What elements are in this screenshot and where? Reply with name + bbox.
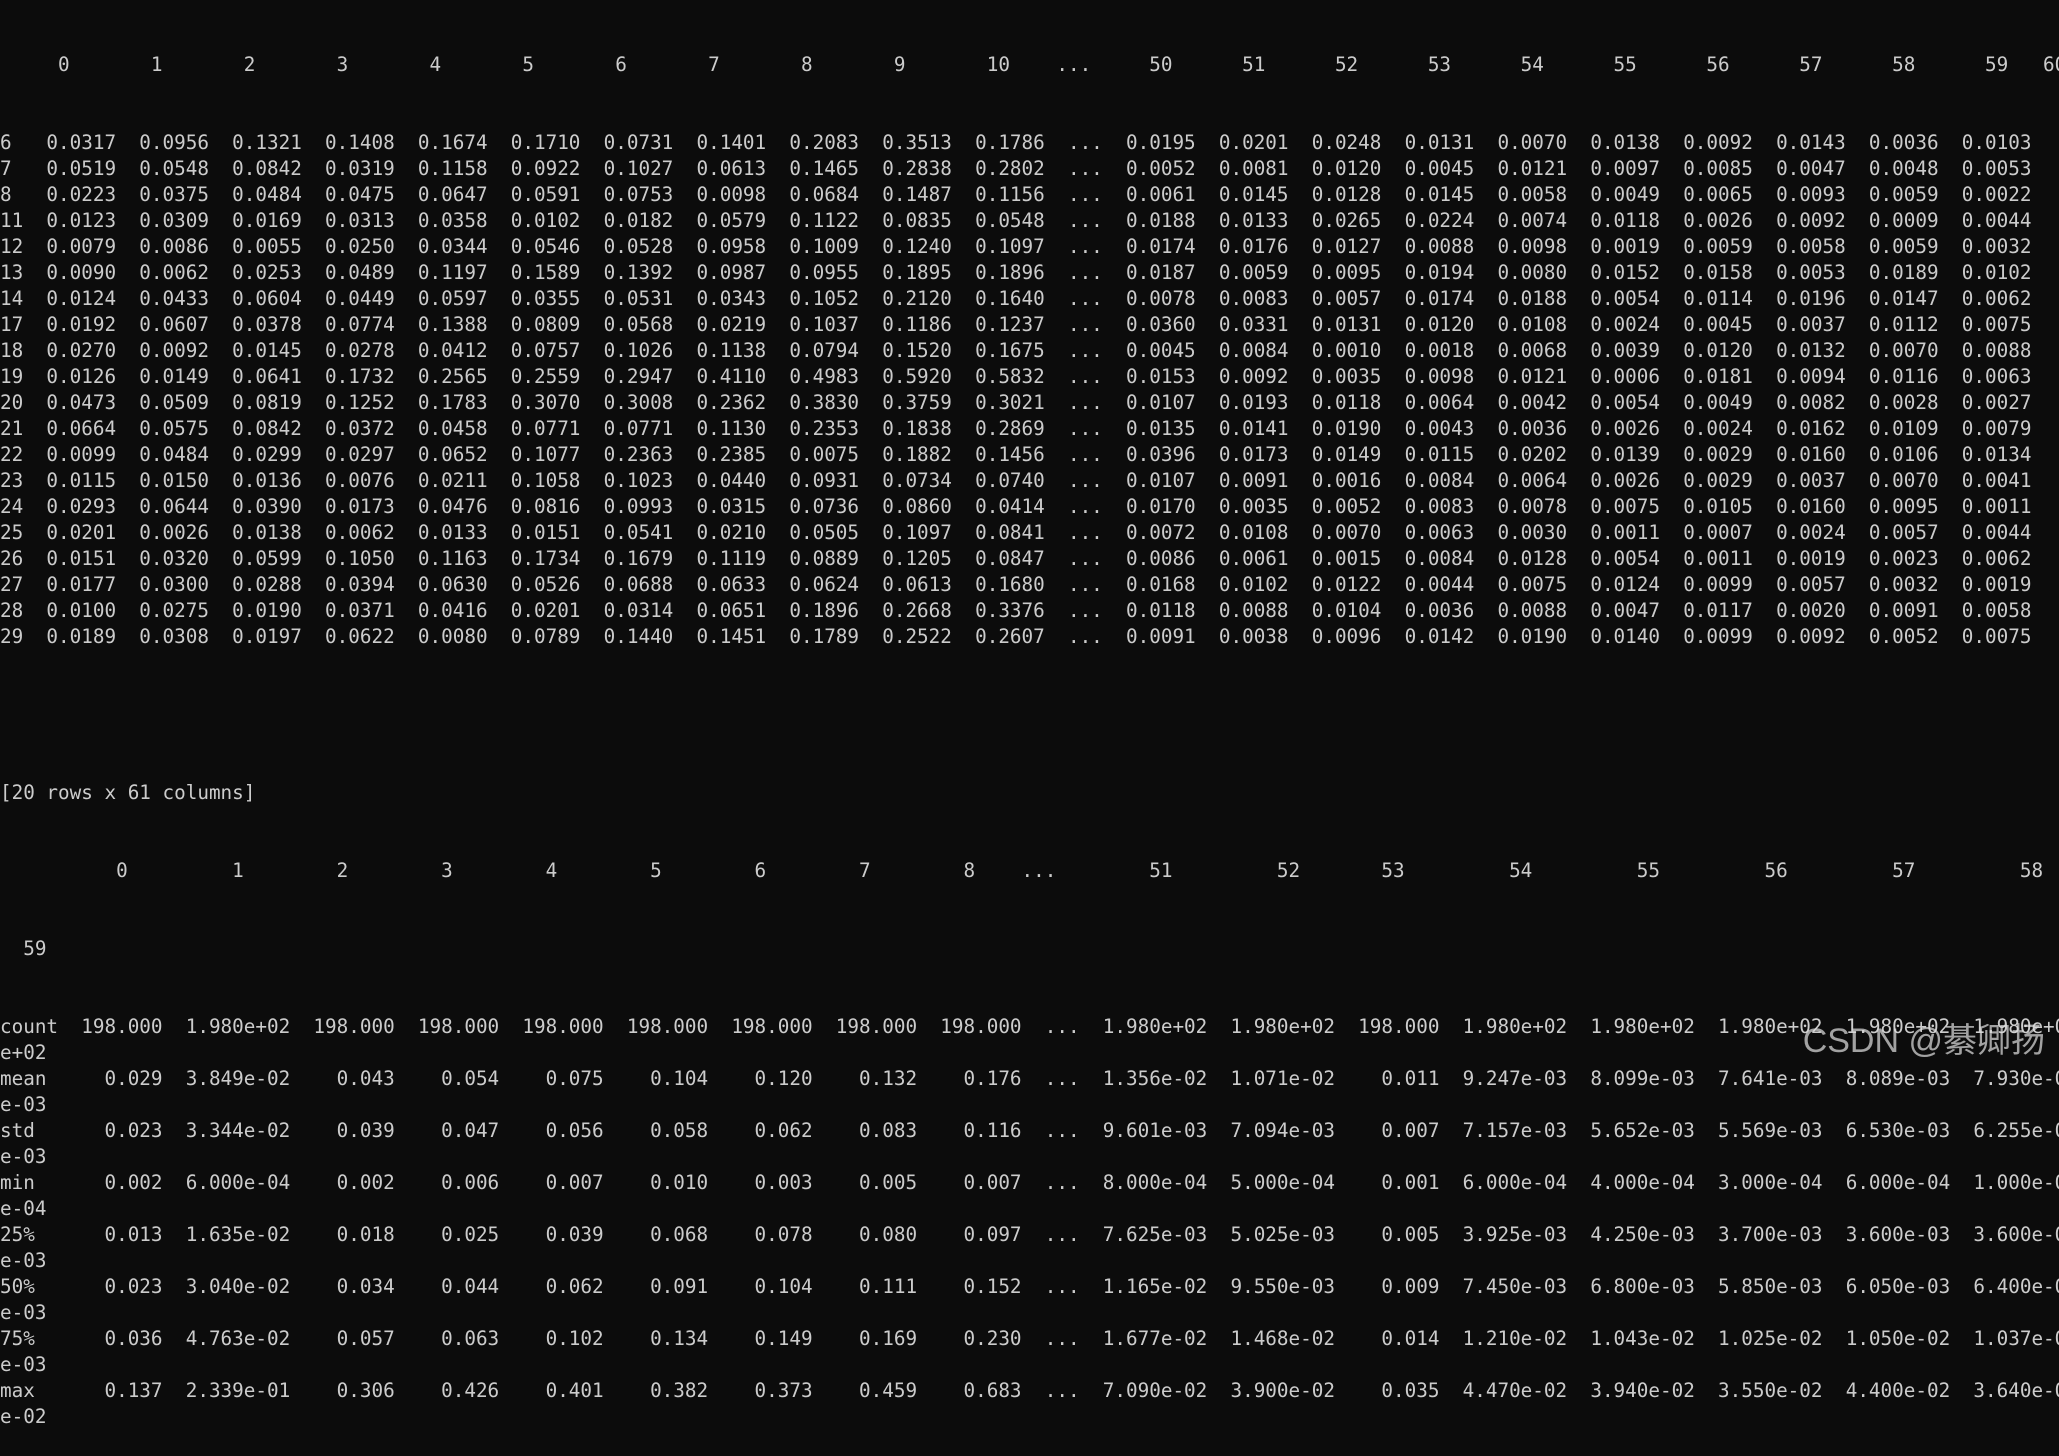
- table1-row: 18 0.0270 0.0092 0.0145 0.0278 0.0412 0.…: [0, 339, 2059, 362]
- describe-row-wrap: e-03: [0, 1093, 47, 1116]
- describe-row: 50% 0.023 3.040e-02 0.034 0.044 0.062 0.…: [0, 1275, 2059, 1298]
- describe-row: max 0.137 2.339e-01 0.306 0.426 0.401 0.…: [0, 1379, 2059, 1402]
- describe-row: std 0.023 3.344e-02 0.039 0.047 0.056 0.…: [0, 1119, 2059, 1142]
- table1-header: 0 1 2 3 4 5 6 7 8 9 10 ... 50 51 52 53 5…: [0, 53, 2059, 76]
- describe-row-wrap: e-03: [0, 1353, 47, 1376]
- table2-rows: count 198.000 1.980e+02 198.000 198.000 …: [0, 1014, 2059, 1430]
- table1-row: 14 0.0124 0.0433 0.0604 0.0449 0.0597 0.…: [0, 287, 2059, 310]
- shape-note: [20 rows x 61 columns]: [0, 781, 256, 804]
- table1-row: 29 0.0189 0.0308 0.0197 0.0622 0.0080 0.…: [0, 625, 2059, 648]
- table1-row: 25 0.0201 0.0026 0.0138 0.0062 0.0133 0.…: [0, 521, 2059, 544]
- table1-row: 11 0.0123 0.0309 0.0169 0.0313 0.0358 0.…: [0, 209, 2059, 232]
- describe-row: count 198.000 1.980e+02 198.000 198.000 …: [0, 1015, 2059, 1038]
- table1-row: 8 0.0223 0.0375 0.0484 0.0475 0.0647 0.0…: [0, 183, 2059, 206]
- table1-row: 6 0.0317 0.0956 0.1321 0.1408 0.1674 0.1…: [0, 131, 2059, 154]
- describe-row-wrap: e-04: [0, 1197, 47, 1220]
- describe-row-wrap: e+02: [0, 1041, 47, 1064]
- table1-row: 17 0.0192 0.0607 0.0378 0.0774 0.1388 0.…: [0, 313, 2059, 336]
- describe-row-wrap: e-02: [0, 1405, 47, 1428]
- table1-row: 28 0.0100 0.0275 0.0190 0.0371 0.0416 0.…: [0, 599, 2059, 622]
- table2-header-wrap: 59: [0, 937, 47, 960]
- describe-row: mean 0.029 3.849e-02 0.043 0.054 0.075 0…: [0, 1067, 2059, 1090]
- describe-row: 25% 0.013 1.635e-02 0.018 0.025 0.039 0.…: [0, 1223, 2059, 1246]
- table1-row: 21 0.0664 0.0575 0.0842 0.0372 0.0458 0.…: [0, 417, 2059, 440]
- describe-row: 75% 0.036 4.763e-02 0.057 0.063 0.102 0.…: [0, 1327, 2059, 1350]
- table2-header: 0 1 2 3 4 5 6 7 8 ... 51 52 53 54 55 56 …: [0, 859, 2044, 882]
- table1-row: 23 0.0115 0.0150 0.0136 0.0076 0.0211 0.…: [0, 469, 2059, 492]
- describe-row-wrap: e-03: [0, 1301, 47, 1324]
- table1-row: 12 0.0079 0.0086 0.0055 0.0250 0.0344 0.…: [0, 235, 2059, 258]
- table1-row: 27 0.0177 0.0300 0.0288 0.0394 0.0630 0.…: [0, 573, 2059, 596]
- table1-row: 20 0.0473 0.0509 0.0819 0.1252 0.1783 0.…: [0, 391, 2059, 414]
- table1-row: 7 0.0519 0.0548 0.0842 0.0319 0.1158 0.0…: [0, 157, 2059, 180]
- watermark: CSDN @綦卿扬: [1802, 1022, 2045, 1060]
- table1-row: 22 0.0099 0.0484 0.0299 0.0297 0.0652 0.…: [0, 443, 2059, 466]
- terminal-output: 0 1 2 3 4 5 6 7 8 9 10 ... 50 51 52 53 5…: [0, 0, 2059, 1456]
- table1-row: 26 0.0151 0.0320 0.0599 0.1050 0.1163 0.…: [0, 547, 2059, 570]
- describe-row: min 0.002 6.000e-04 0.002 0.006 0.007 0.…: [0, 1171, 2059, 1194]
- table1-row: 19 0.0126 0.0149 0.0641 0.1732 0.2565 0.…: [0, 365, 2059, 388]
- describe-row-wrap: e-03: [0, 1145, 47, 1168]
- describe-row-wrap: e-03: [0, 1249, 47, 1272]
- table1-row: 24 0.0293 0.0644 0.0390 0.0173 0.0476 0.…: [0, 495, 2059, 518]
- table1-row: 13 0.0090 0.0062 0.0253 0.0489 0.1197 0.…: [0, 261, 2059, 284]
- table1-rows: 6 0.0317 0.0956 0.1321 0.1408 0.1674 0.1…: [0, 130, 2059, 650]
